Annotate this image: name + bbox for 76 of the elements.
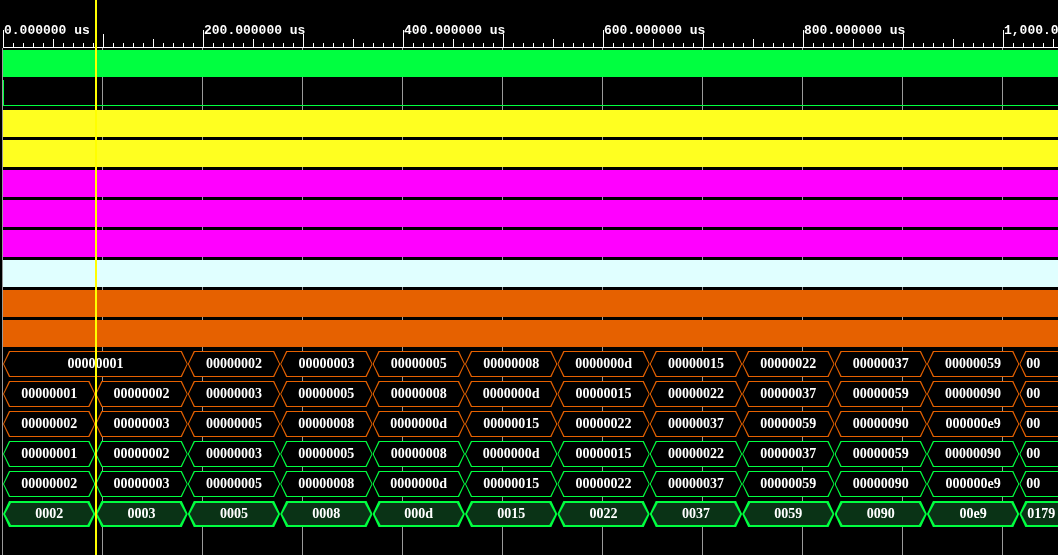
bus-value: 00 <box>1019 351 1058 377</box>
bus-value: 0002 <box>3 501 96 527</box>
bus-value: 0179 <box>1019 501 1058 527</box>
bus-value: 00000090 <box>926 381 1020 407</box>
bus-value: 00000059 <box>834 441 927 467</box>
bus-value: 00000001 <box>3 441 96 467</box>
bus-value: 00000015 <box>557 381 650 407</box>
bus-value: 0008 <box>280 501 373 527</box>
time-label: 800.000000 us <box>804 23 906 38</box>
bus-value: 00000037 <box>742 381 835 407</box>
bus-value: 00000090 <box>834 411 927 437</box>
bus-value: 00000005 <box>280 381 373 407</box>
bus-value: 0000000d <box>372 471 465 497</box>
time-label: 200.000000 us <box>204 23 306 38</box>
bus-value: 00000005 <box>372 351 465 377</box>
bus-value: 0000000d <box>464 441 558 467</box>
bus-value: 00000002 <box>95 441 188 467</box>
bus-value: 0015 <box>464 501 558 527</box>
bus-value: 00000090 <box>834 471 927 497</box>
bus-value: 00000022 <box>557 411 650 437</box>
bus-value: 00000003 <box>95 471 188 497</box>
bus-value: 000000e9 <box>926 471 1020 497</box>
bus-value: 0003 <box>95 501 188 527</box>
bus-value: 00000015 <box>464 411 558 437</box>
time-label: 400.000000 us <box>404 23 506 38</box>
bus-value: 0090 <box>834 501 927 527</box>
bus-value: 0000000d <box>372 411 465 437</box>
bus-value: 00000015 <box>464 471 558 497</box>
bus-value: 00000003 <box>187 441 281 467</box>
bus-value: 00000005 <box>187 411 281 437</box>
bus-value: 00000002 <box>3 411 96 437</box>
bus-value: 00 <box>1019 441 1058 467</box>
bus-value: 00000005 <box>187 471 281 497</box>
time-label: 0.000000 us <box>4 23 90 38</box>
bus-value: 00000059 <box>742 471 835 497</box>
bus-value: 00e9 <box>926 501 1020 527</box>
bus-value: 00000003 <box>187 381 281 407</box>
bus-value: 00000090 <box>926 441 1020 467</box>
bus-value: 00000037 <box>834 351 927 377</box>
bus-value: 00000003 <box>95 411 188 437</box>
bus-value: 0037 <box>649 501 743 527</box>
bus-value: 00000008 <box>372 441 465 467</box>
bus-value: 00000008 <box>280 411 373 437</box>
bus-value: 000000e9 <box>926 411 1020 437</box>
bus-value: 0000000d <box>464 381 558 407</box>
time-label: 600.000000 us <box>604 23 706 38</box>
bus-value: 00 <box>1019 381 1058 407</box>
bus-value: 00000008 <box>464 351 558 377</box>
bus-value: 0059 <box>742 501 835 527</box>
bus-value: 00000002 <box>3 471 96 497</box>
bus-value: 00000002 <box>187 351 281 377</box>
bus-value: 00000022 <box>649 381 743 407</box>
bus-value: 00000005 <box>280 441 373 467</box>
bus-value: 00000001 <box>3 381 96 407</box>
bus-value: 0000000d <box>557 351 650 377</box>
bus-value: 00000037 <box>649 411 743 437</box>
bus-value: 00000037 <box>649 471 743 497</box>
bus-value: 0005 <box>187 501 281 527</box>
bus-value: 00 <box>1019 411 1058 437</box>
bus-value: 000d <box>372 501 465 527</box>
bus-value: 00000002 <box>95 381 188 407</box>
bus-value: 00000037 <box>742 441 835 467</box>
bus-value: 00 <box>1019 471 1058 497</box>
time-label: 1,000.0 <box>1004 23 1058 38</box>
bus-value: 00000015 <box>557 441 650 467</box>
bus-value: 00000008 <box>280 471 373 497</box>
bus-value: 00000022 <box>557 471 650 497</box>
bus-value: 00000059 <box>926 351 1020 377</box>
bus-value: 00000008 <box>372 381 465 407</box>
bus-value: 00000059 <box>742 411 835 437</box>
bus-value: 00000059 <box>834 381 927 407</box>
bus-value: 00000022 <box>649 441 743 467</box>
bus-value: 00000003 <box>280 351 373 377</box>
bus-value: 00000015 <box>649 351 743 377</box>
bus-value: 0022 <box>557 501 650 527</box>
bus-value: 00000022 <box>742 351 835 377</box>
